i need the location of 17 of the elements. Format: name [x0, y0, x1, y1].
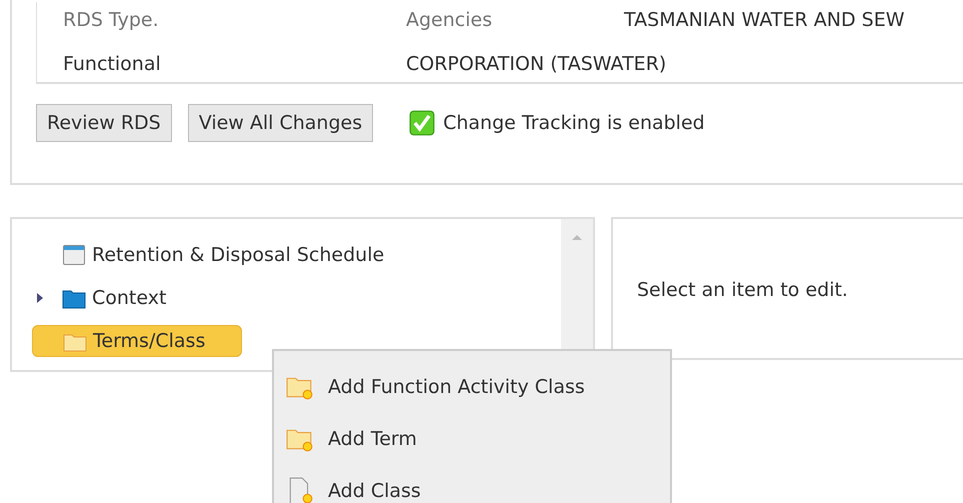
menu-item[interactable]: Add Class	[274, 465, 670, 503]
scroll-up-icon[interactable]	[571, 233, 583, 241]
menu-item[interactable]: Add Function Activity Class	[274, 361, 670, 413]
window-icon	[62, 242, 86, 266]
tree-item[interactable]: Terms/Class	[32, 324, 242, 356]
action-button[interactable]: View All Changes	[188, 104, 374, 142]
detail-text: Functional	[63, 52, 161, 77]
empty-message: Select an item to edit.	[637, 279, 848, 301]
detail-text: Agencies	[406, 8, 492, 33]
detail-text: CORPORATION (TASWATER)	[406, 52, 666, 77]
tree-item[interactable]: Retention & Disposal Schedule	[32, 240, 420, 270]
action-button[interactable]: Review RDS	[36, 104, 172, 142]
detail-text: RDS Type.	[63, 8, 159, 33]
detail-text: TASMANIAN WATER AND SEW	[624, 8, 905, 33]
menu-item[interactable]: Add Term	[274, 413, 670, 465]
tree-item[interactable]: Context	[32, 282, 202, 312]
tracking-status: Change Tracking is enabled	[443, 112, 705, 134]
